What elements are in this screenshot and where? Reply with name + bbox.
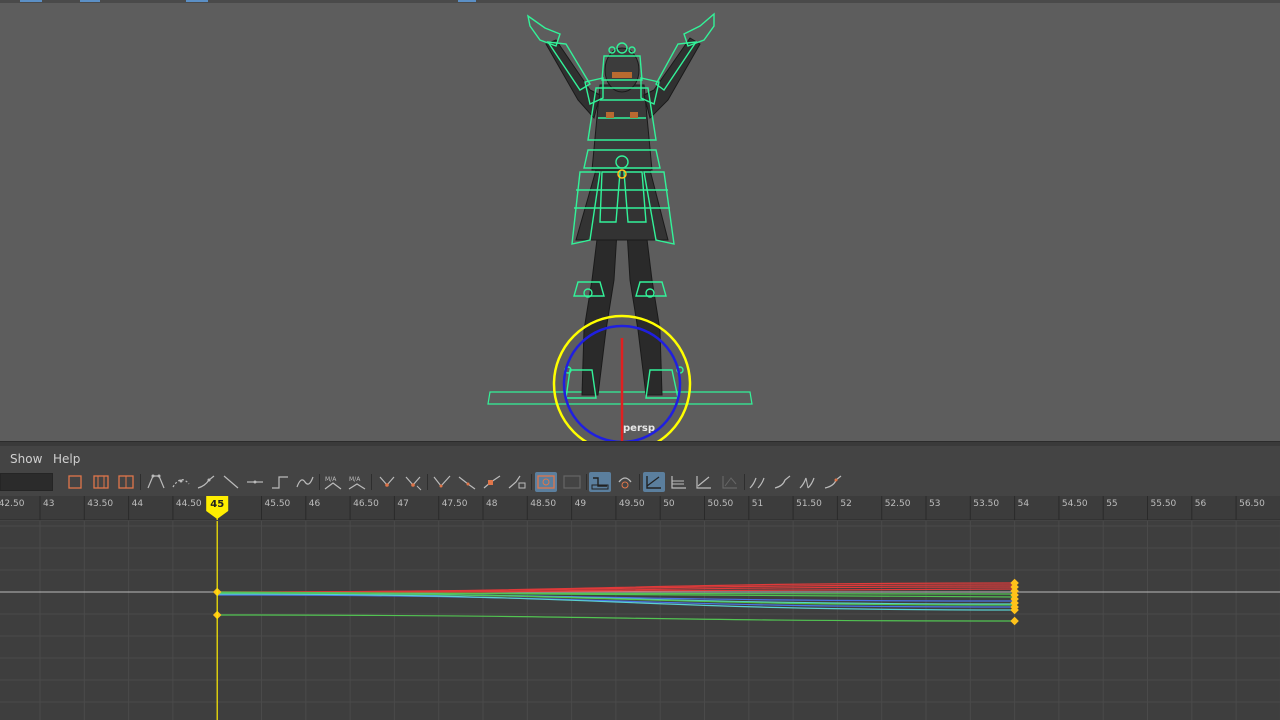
ruler-label: 50 [663,499,675,509]
toolbar-separator [427,474,428,490]
toolbar-separator [531,474,532,490]
camera-label: persp [623,423,655,434]
add-key-icon[interactable] [115,472,137,492]
ruler-label: 46.50 [353,499,379,509]
swap-buffer-curves-icon[interactable] [561,472,583,492]
ruler-label: 46 [309,499,321,509]
toolbar-separator [371,474,372,490]
break-tangents-icon[interactable] [402,472,424,492]
ruler-label: 51.50 [796,499,822,509]
curve-graph-area[interactable] [0,521,1280,720]
curve-rotation-icon[interactable] [797,472,819,492]
perspective-viewport[interactable]: persp [0,0,1280,441]
graph-editor-toolbar: M/A M/A [0,470,1280,494]
ruler-label: 48 [486,499,498,509]
menu-show[interactable]: Show [10,452,42,466]
auto-load-icon[interactable] [589,472,611,492]
ground-control-plane [487,391,753,405]
ruler-label: 56.50 [1239,499,1265,509]
menu-help[interactable]: Help [53,452,80,466]
flat-tangent-icon[interactable]: M/A [322,472,344,492]
ruler-label: 49.50 [619,499,645,509]
free-tangent-weight-icon[interactable] [456,472,478,492]
ruler-label: 52 [840,499,851,509]
toolbar-separator [319,474,320,490]
ruler-label: 44.50 [176,499,202,509]
right-leg-mesh [625,214,663,396]
toolbar-separator [639,474,640,490]
svg-text:M/A: M/A [349,476,361,483]
normalize-icon[interactable] [506,472,528,492]
lock-tangent-weight-icon[interactable] [481,472,503,492]
toolbar-separator [744,474,745,490]
spline-tangent-icon[interactable] [244,472,266,492]
toolbar-separator [140,474,141,490]
clamped-tangent-icon[interactable] [269,472,291,492]
ruler-label: 44 [132,499,144,509]
curve-pin-icon[interactable] [614,472,636,492]
character-rig[interactable] [0,0,1280,441]
viewport-tab[interactable] [80,0,100,2]
ruler-label: 48.50 [530,499,556,509]
show-normalized-icon[interactable] [668,472,690,492]
key-value-field[interactable] [0,473,53,491]
viewport-tab[interactable] [458,0,476,2]
step-tangent-icon[interactable]: M/A [346,472,368,492]
ruler-label: 53.50 [973,499,999,509]
insert-key-icon[interactable] [90,472,112,492]
ruler-label: 53 [929,499,940,509]
stacked-curves-icon[interactable] [643,472,665,492]
ruler-label: 54 [1018,499,1030,509]
graph-editor-menubar: Show Help [0,446,1280,470]
post-infinity-icon[interactable] [747,472,769,492]
ruler-label: 50.50 [708,499,734,509]
ruler-label: 54.50 [1062,499,1088,509]
ruler-label: 47.50 [442,499,468,509]
retime-tool-icon[interactable] [195,472,217,492]
toolbar-separator [586,474,587,490]
plateau-tangent-icon[interactable] [376,472,398,492]
current-frame-label: 45 [210,499,224,510]
unify-tangents-icon[interactable] [431,472,453,492]
region-tool-icon[interactable] [170,472,192,492]
ruler-label: 49 [575,499,587,509]
ruler-label: 43 [43,499,54,509]
time-ruler[interactable]: 42.50 43 43.50 44 44.50 45.50 46 46.50 47 47.50 48… [0,496,1280,520]
move-key-icon[interactable] [64,472,86,492]
ruler-label: 52.50 [885,499,911,509]
curve-filter-icon[interactable] [822,472,844,492]
ruler-label: 45.50 [265,499,291,509]
ruler-label: 47 [397,499,408,509]
ruler-label: 55.50 [1151,499,1177,509]
ruler-label: 42.50 [0,499,25,509]
viewport-tab[interactable] [20,0,42,2]
keyframe[interactable] [1010,616,1019,626]
ruler-label: 43.50 [87,499,113,509]
buffer-curve-snapshot-icon[interactable] [535,472,557,492]
cycle-with-offset-icon[interactable] [772,472,794,492]
pre-infinity-icon[interactable] [719,472,741,492]
graph-editor-panel: Show Help M/A M/A 42.50 43 43.50 44 44.5… [0,446,1280,720]
lattice-deform-icon[interactable] [145,472,167,492]
ruler-label: 55 [1106,499,1117,509]
infinity-cycle-icon[interactable] [693,472,715,492]
viewport-tab[interactable] [186,0,208,2]
svg-text:M/A: M/A [325,476,337,483]
left-leg-mesh [581,214,619,396]
ruler-label: 51 [752,499,763,509]
linear-tangent-icon[interactable] [294,472,316,492]
ruler-label: 56 [1195,499,1207,509]
auto-tangent-icon[interactable] [220,472,242,492]
